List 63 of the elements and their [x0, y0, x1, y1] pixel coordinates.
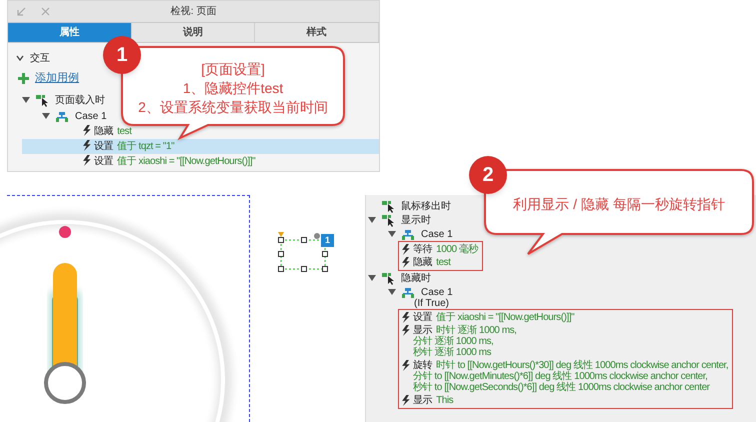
action-detail: 值于 xiaoshi = "[[Now.getHours()]]" — [117, 155, 256, 168]
case-label: Case 1 — [421, 286, 453, 298]
case-icon — [402, 228, 414, 240]
action-verb: 隐藏 — [94, 125, 114, 138]
event-label: 隐藏时 — [401, 272, 431, 286]
callout-text: [页面设置] — [201, 60, 265, 78]
lightning-icon — [82, 155, 91, 166]
callout-text: 2、设置系统变量获取当前时间 — [138, 98, 328, 116]
case-label: Case 1 — [75, 110, 107, 124]
event-icon — [382, 272, 394, 284]
lightning-icon — [401, 360, 410, 371]
action-detail: 值于 xiaoshi = "[[Now.getHours()]]" — [436, 312, 574, 323]
section-label: 交互 — [30, 52, 50, 66]
action-detail: 秒针 逐渐 1000 ms — [413, 347, 492, 358]
tab[interactable]: 说明 — [132, 23, 256, 42]
case-label: Case 1 — [421, 228, 453, 242]
action-detail: 分针 逐渐 1000 ms, — [413, 336, 494, 347]
callout-text: 1、隐藏控件test — [182, 78, 284, 98]
action-verb: 隐藏 — [413, 257, 432, 268]
lightning-icon — [82, 140, 91, 151]
action-verb: 设置 — [413, 312, 432, 323]
event-icon — [382, 214, 394, 226]
lightning-icon — [401, 312, 410, 323]
case-icon — [402, 286, 414, 298]
action-detail: This — [436, 395, 454, 406]
action-verb: 设置 — [94, 155, 114, 168]
action-detail: test — [436, 257, 450, 268]
tab[interactable]: 样式 — [255, 23, 380, 42]
lightning-icon — [401, 244, 410, 255]
callout-text: 利用显示 / 隐藏 每隔一秒旋转指针 — [513, 194, 725, 214]
event-icon — [36, 94, 48, 106]
event-label: 鼠标移出时 — [401, 200, 451, 214]
action-detail: 值于 tqzt = "1" — [117, 140, 174, 153]
action-detail: 时针 to [[Now.getHours()*30]] deg 线性 1000ms clockwise anchor center, — [436, 360, 728, 371]
action-verb: 设置 — [94, 140, 114, 153]
selection-handles-drawing — [277, 232, 329, 272]
action-verb: 等待 — [413, 244, 432, 255]
action-detail: 1000 毫秒 — [436, 244, 478, 255]
add-case-link[interactable]: 添加用例 — [35, 70, 79, 86]
action-detail: 秒针 to [[Now.getSeconds()*6]] deg 线性 1000ms clockwise anchor center — [413, 382, 710, 393]
window-title: 检视: 页面 — [170, 4, 216, 19]
tab[interactable]: 属性 — [8, 23, 132, 42]
lightning-icon — [82, 125, 91, 136]
action-verb: 显示 — [413, 325, 432, 336]
lightning-icon — [401, 257, 410, 268]
event-label: 页面载入时 — [55, 94, 105, 108]
collapse-icon — [17, 7, 26, 16]
widget-number-badge: 1 — [321, 234, 334, 247]
event-icon — [382, 200, 394, 212]
event-label: 显示时 — [401, 214, 431, 228]
case-condition: (If True) — [413, 299, 450, 309]
action-verb: 旋转 — [413, 360, 432, 371]
step-number-badge: 2 — [469, 156, 507, 194]
lightning-icon — [401, 325, 410, 336]
lightning-icon — [401, 395, 410, 406]
action-detail: 分针 to [[Now.getMinutes()*6]] deg 线性 1000ms clockwise anchor center, — [413, 371, 708, 382]
plus-icon — [18, 72, 29, 84]
action-detail: test — [117, 125, 132, 138]
action-verb: 显示 — [413, 395, 432, 406]
selected-action-row[interactable]: 设置 值于 tqzt = "1" — [22, 139, 379, 154]
case-icon — [56, 110, 68, 122]
action-detail: 时针 逐渐 1000 ms, — [436, 325, 516, 336]
close-icon — [41, 7, 50, 16]
